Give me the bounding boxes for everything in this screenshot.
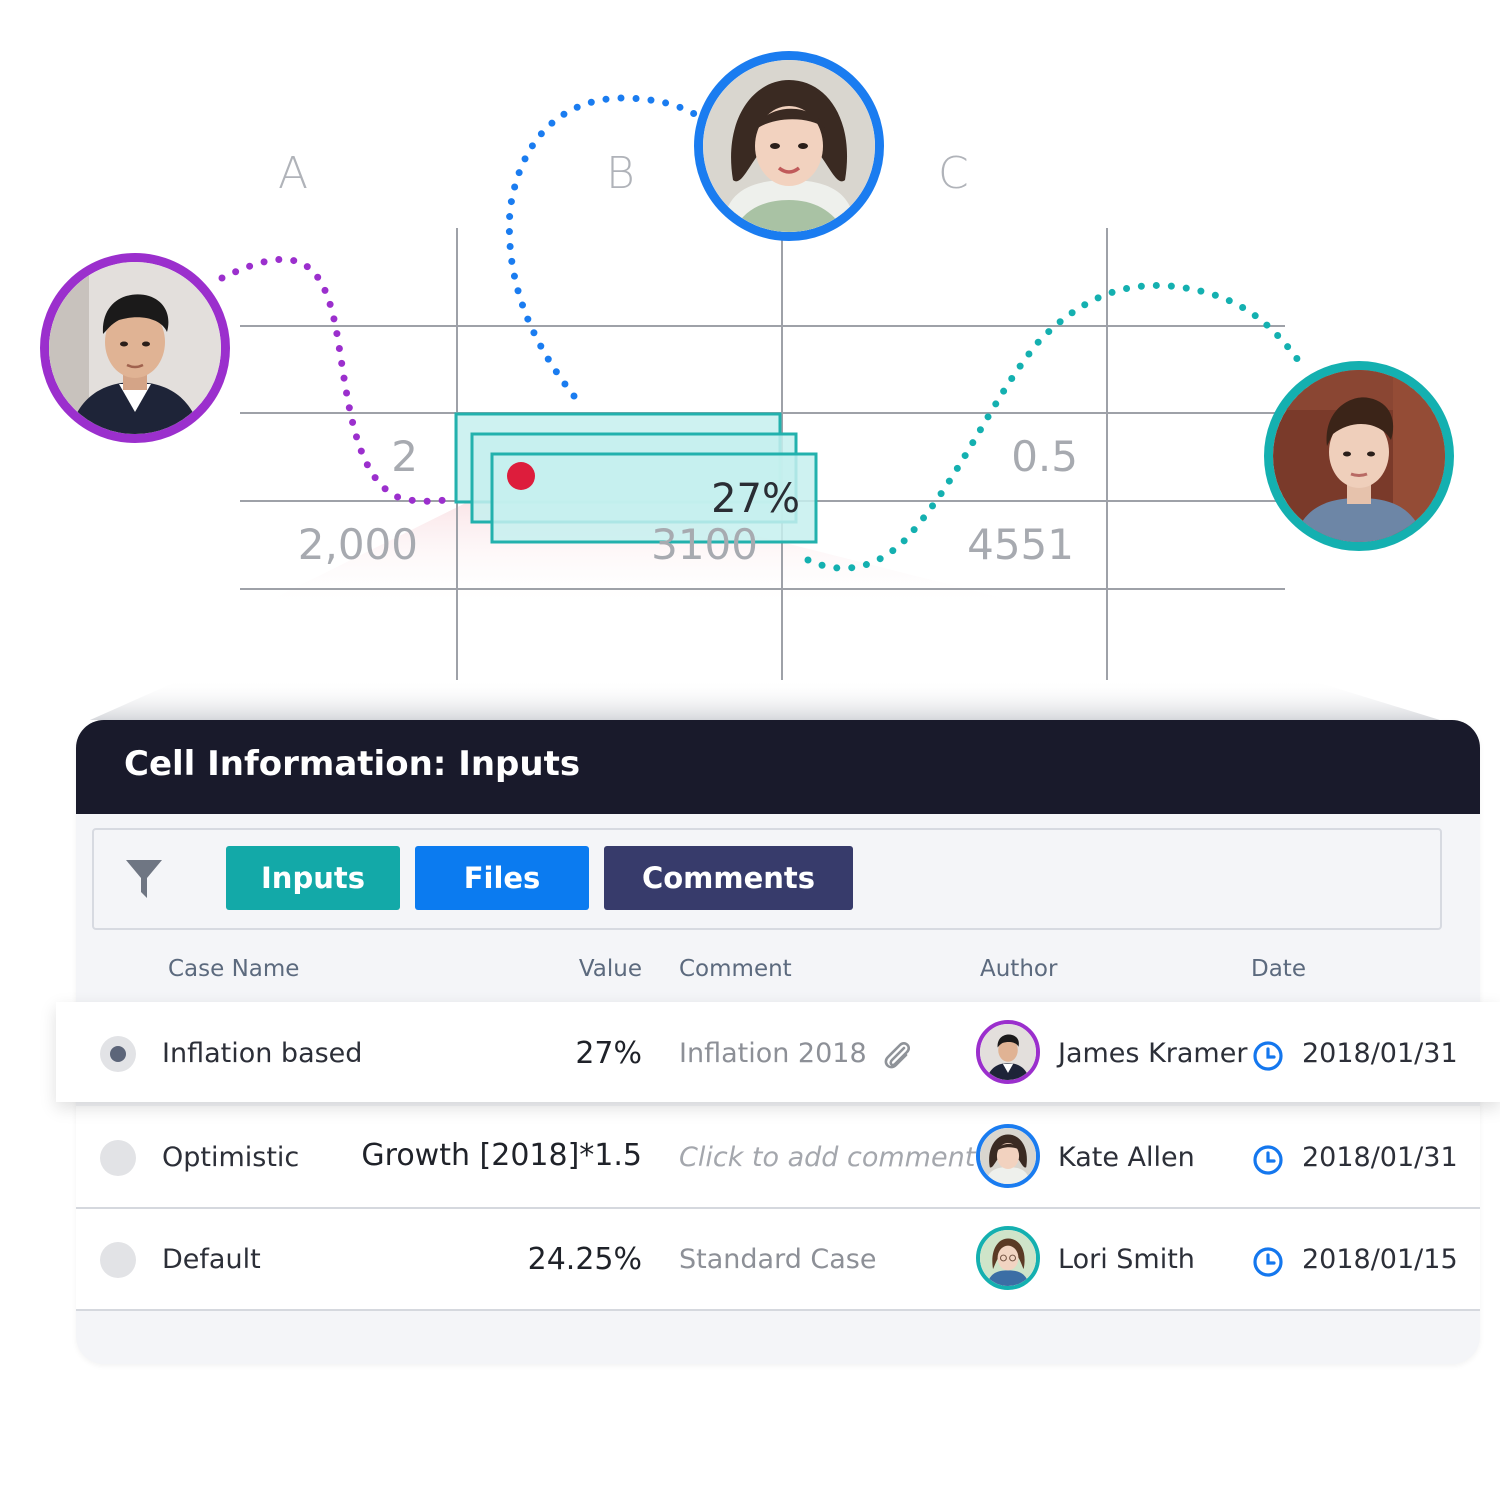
tab-files[interactable]: Files xyxy=(415,846,589,910)
header-case-name[interactable]: Case Name xyxy=(168,956,299,982)
female-avatar xyxy=(694,51,884,241)
date: 2018/01/31 xyxy=(1302,1038,1458,1069)
case-name: Optimistic xyxy=(162,1142,300,1173)
row-radio[interactable] xyxy=(100,1036,136,1072)
cell-a1[interactable]: 2 xyxy=(300,432,418,481)
header-value[interactable]: Value xyxy=(456,956,642,982)
case-value: 24.25% xyxy=(527,1242,642,1277)
filter-bar: Inputs Files Comments xyxy=(92,828,1442,930)
clock-icon xyxy=(1253,1145,1283,1175)
case-comment[interactable]: Inflation 2018 xyxy=(679,1038,867,1069)
panel-header: Cell Information: Inputs xyxy=(76,720,1480,814)
paperclip-icon[interactable] xyxy=(882,1040,912,1072)
clock-icon xyxy=(1253,1247,1283,1277)
female-avatar-short-hair xyxy=(1264,361,1454,551)
cursor-dot xyxy=(507,462,535,490)
male-avatar xyxy=(40,253,230,443)
row-divider xyxy=(76,1309,1480,1311)
header-date[interactable]: Date xyxy=(1251,956,1306,982)
tab-inputs[interactable]: Inputs xyxy=(226,846,400,910)
female-avatar xyxy=(976,1124,1040,1188)
selected-cell-value[interactable]: 27% xyxy=(700,476,800,522)
cell-c1[interactable]: 0.5 xyxy=(940,432,1078,481)
panel-title: Cell Information: Inputs xyxy=(124,744,581,784)
cell-b2[interactable]: 3100 xyxy=(620,520,758,569)
comment-placeholder[interactable]: Click to add comment xyxy=(679,1142,975,1173)
author-name: Kate Allen xyxy=(1058,1142,1195,1173)
female-avatar-glasses xyxy=(976,1226,1040,1290)
column-header-b: B xyxy=(606,148,635,199)
column-header-c: C xyxy=(938,148,969,199)
cell-information-panel: Cell Information: Inputs Inputs Files Co… xyxy=(56,720,1500,1364)
table-row[interactable]: Optimistic Growth [2018]*1.5 Click to ad… xyxy=(76,1106,1480,1206)
header-comment[interactable]: Comment xyxy=(679,956,792,982)
table-row-selected[interactable]: Inflation based 27% Inflation 2018 James… xyxy=(56,1002,1500,1102)
blue-connector xyxy=(505,94,702,400)
case-name: Default xyxy=(162,1244,261,1275)
case-name: Inflation based xyxy=(162,1038,363,1069)
radio-selected-dot xyxy=(110,1046,126,1062)
author-name: Lori Smith xyxy=(1058,1244,1195,1275)
case-comment[interactable]: Standard Case xyxy=(679,1244,877,1275)
date: 2018/01/15 xyxy=(1302,1244,1458,1275)
tab-comments[interactable]: Comments xyxy=(604,846,853,910)
header-author[interactable]: Author xyxy=(980,956,1057,982)
row-radio[interactable] xyxy=(100,1140,136,1176)
clock-icon xyxy=(1253,1041,1283,1071)
date: 2018/01/31 xyxy=(1302,1142,1458,1173)
case-value: Growth [2018]*1.5 xyxy=(361,1138,642,1173)
panel-projection xyxy=(90,680,1440,720)
cell-a2[interactable]: 2,000 xyxy=(280,520,418,569)
row-radio[interactable] xyxy=(100,1242,136,1278)
case-value: 27% xyxy=(575,1036,642,1071)
cell-c2[interactable]: 4551 xyxy=(936,520,1074,569)
author-name: James Kramer xyxy=(1058,1038,1248,1069)
column-header-a: A xyxy=(278,148,309,199)
male-avatar xyxy=(976,1020,1040,1084)
table-row[interactable]: Default 24.25% Standard Case Lori Smith … xyxy=(76,1208,1480,1308)
funnel-icon[interactable] xyxy=(124,858,164,900)
